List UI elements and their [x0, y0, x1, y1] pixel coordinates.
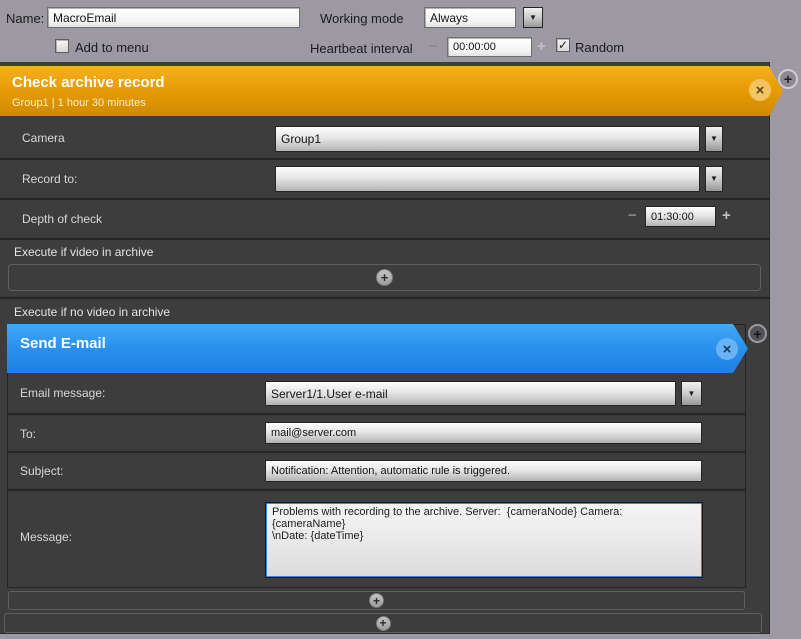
email-message-arrow-button[interactable]: ▼	[681, 381, 702, 406]
add-action-button-email[interactable]: +	[748, 324, 767, 343]
plus-icon: +	[379, 617, 386, 629]
heartbeat-increment-button[interactable]: +	[537, 39, 546, 54]
close-icon: ×	[756, 82, 765, 99]
check-archive-record-header[interactable]: Check archive record Group1 | 1 hour 30 …	[0, 66, 783, 116]
record-to-select[interactable]	[275, 166, 700, 192]
add-action-button[interactable]: +	[376, 269, 393, 286]
heartbeat-input[interactable]	[447, 37, 532, 57]
working-mode-arrow-button[interactable]: ▼	[523, 7, 543, 28]
row-separator	[0, 297, 770, 299]
row-separator	[0, 238, 770, 240]
plus-icon: +	[753, 327, 761, 341]
random-label: Random	[575, 40, 624, 55]
dropdown-arrow-icon: ▼	[710, 135, 718, 143]
plus-icon: +	[373, 595, 380, 607]
send-email-close-button[interactable]: ×	[716, 338, 738, 360]
camera-label: Camera	[22, 131, 65, 145]
record-to-label: Record to:	[22, 172, 77, 186]
send-email-title: Send E-mail	[20, 335, 106, 352]
add-action-button[interactable]: +	[369, 593, 384, 608]
send-email-header[interactable]: Send E-mail ×	[7, 324, 748, 373]
record-to-arrow-button[interactable]: ▼	[705, 166, 723, 192]
to-label: To:	[20, 427, 36, 441]
message-label: Message:	[20, 530, 72, 544]
row-separator	[8, 413, 745, 415]
message-textarea[interactable]: Problems with recording to the archive. …	[266, 503, 702, 577]
add-trigger-button[interactable]: +	[778, 69, 798, 89]
execute-if-no-video-label: Execute if no video in archive	[14, 305, 170, 319]
plus-icon: +	[381, 271, 389, 284]
dropdown-arrow-icon: ▼	[529, 14, 537, 22]
execute-if-video-label: Execute if video in archive	[14, 245, 153, 259]
check-archive-subtitle: Group1 | 1 hour 30 minutes	[12, 97, 146, 109]
close-icon: ×	[723, 341, 732, 358]
email-message-label: Email message:	[20, 386, 105, 400]
email-section-add-area: +	[8, 591, 745, 610]
row-separator	[8, 451, 745, 453]
add-to-menu-label: Add to menu	[75, 40, 149, 55]
depth-of-check-input[interactable]	[645, 206, 716, 227]
camera-select[interactable]: Group1	[275, 126, 700, 152]
plus-icon: +	[784, 72, 792, 86]
subject-label: Subject:	[20, 464, 63, 478]
name-label: Name:	[6, 11, 44, 26]
to-input[interactable]	[265, 422, 702, 444]
working-mode-select[interactable]: Always	[424, 7, 516, 28]
check-archive-close-button[interactable]: ×	[749, 79, 771, 101]
depth-decrement-button[interactable]: −	[628, 208, 637, 223]
row-separator	[0, 158, 770, 160]
camera-arrow-button[interactable]: ▼	[705, 126, 723, 152]
execute-if-video-add-area: +	[8, 264, 761, 291]
checkmark-icon: ✓	[558, 39, 568, 51]
dropdown-arrow-icon: ▼	[710, 175, 718, 183]
email-message-select[interactable]: Server1/1.User e-mail	[265, 381, 676, 406]
check-archive-title: Check archive record	[12, 74, 165, 91]
random-checkbox[interactable]: ✓	[556, 38, 570, 52]
depth-increment-button[interactable]: +	[722, 208, 731, 223]
row-separator	[0, 198, 770, 200]
heartbeat-decrement-button[interactable]: −	[429, 39, 438, 54]
add-to-menu-checkbox[interactable]	[55, 39, 69, 53]
dropdown-arrow-icon: ▼	[688, 390, 696, 398]
depth-of-check-label: Depth of check	[22, 212, 102, 226]
heartbeat-interval-label: Heartbeat interval	[310, 41, 413, 56]
macro-add-area: +	[4, 613, 762, 633]
working-mode-label: Working mode	[320, 11, 404, 26]
add-action-button[interactable]: +	[376, 616, 391, 631]
subject-input[interactable]	[265, 460, 702, 482]
row-separator	[8, 489, 745, 491]
name-input[interactable]	[47, 7, 300, 28]
